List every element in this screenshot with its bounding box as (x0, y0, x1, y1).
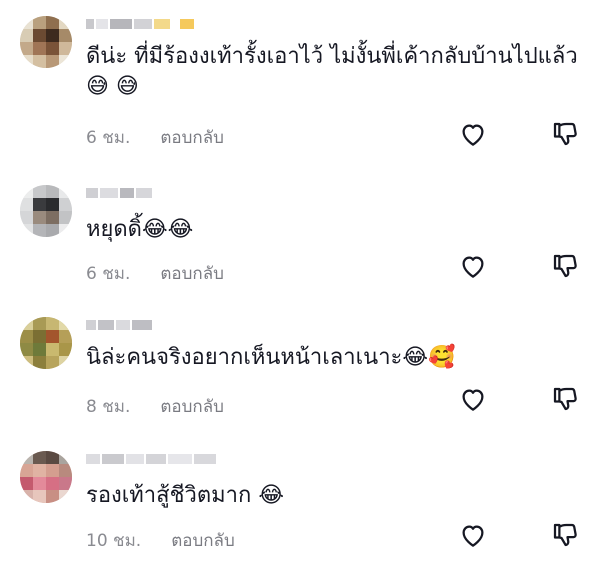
avatar[interactable] (20, 16, 72, 68)
avatar[interactable] (20, 185, 72, 237)
username-pixelated[interactable] (86, 453, 216, 465)
comment-item: นิล่ะคนจริงอยากเห็นหน้าเลาเนาะ😂🥰 8 ชม. ต… (0, 317, 600, 427)
thumbs-down-icon[interactable] (550, 384, 580, 414)
comment-meta: 6 ชม. ตอบกลับ (86, 124, 224, 151)
comment-text: หยุดดิ้😂😂 (86, 217, 194, 242)
reply-button[interactable]: ตอบกลับ (160, 124, 224, 151)
heart-icon[interactable] (458, 119, 488, 149)
comment-item: รองเท้าสู้ชีวิตมาก 😂 10 ชม. ตอบกลับ (0, 451, 600, 561)
username-pixelated[interactable] (86, 18, 194, 30)
reply-button[interactable]: ตอบกลับ (160, 393, 224, 420)
heart-icon[interactable] (458, 251, 488, 281)
avatar[interactable] (20, 451, 72, 503)
comment-time: 10 ชม. (86, 531, 142, 551)
thumbs-down-icon[interactable] (550, 520, 580, 550)
avatar[interactable] (20, 317, 72, 369)
heart-icon[interactable] (458, 384, 488, 414)
comment-time: 6 ชม. (86, 128, 131, 148)
username-pixelated[interactable] (86, 187, 152, 199)
reply-button[interactable]: ตอบกลับ (160, 260, 224, 287)
comment-text: รองเท้าสู้ชีวิตมาก 😂 (86, 483, 285, 508)
comment-time: 8 ชม. (86, 397, 131, 417)
comment-meta: 6 ชม. ตอบกลับ (86, 260, 224, 287)
comment-item: ดีน่ะ ที่มีร้องงเท้ารั้งเอาไว้ ไม่งั้นพี… (0, 16, 600, 156)
comment-meta: 8 ชม. ตอบกลับ (86, 393, 224, 420)
comment-text: ดีน่ะ ที่มีร้องงเท้ารั้งเอาไว้ ไม่งั้นพี… (86, 44, 578, 99)
reply-button[interactable]: ตอบกลับ (171, 527, 235, 554)
comment-time: 6 ชม. (86, 264, 131, 284)
heart-icon[interactable] (458, 520, 488, 550)
comment-text: นิล่ะคนจริงอยากเห็นหน้าเลาเนาะ😂🥰 (86, 345, 456, 370)
username-pixelated[interactable] (86, 319, 152, 331)
thumbs-down-icon[interactable] (550, 119, 580, 149)
comment-item: หยุดดิ้😂😂 6 ชม. ตอบกลับ (0, 185, 600, 295)
thumbs-down-icon[interactable] (550, 251, 580, 281)
comment-meta: 10 ชม. ตอบกลับ (86, 527, 235, 554)
